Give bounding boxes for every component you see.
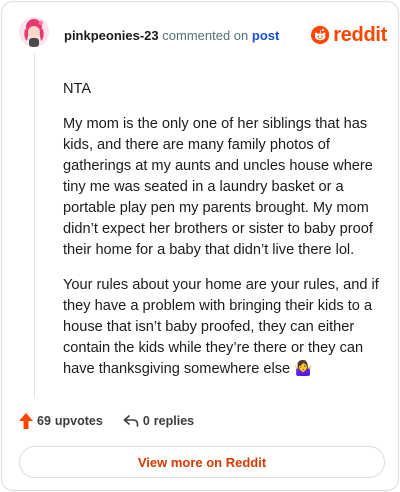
view-more-button[interactable]: View more on Reddit [19, 446, 385, 478]
thread-line [34, 54, 35, 398]
commented-on-text: commented on [162, 28, 249, 43]
reddit-logo[interactable]: reddit [311, 21, 387, 49]
upvote-button[interactable]: 69 upvotes [19, 413, 103, 429]
upvote-count: 69 [37, 414, 51, 428]
reddit-snoo-icon [311, 25, 330, 45]
comment-paragraph: NTA [63, 81, 92, 97]
comment-card: pinkpeonies-23 commented on post reddit … [1, 1, 399, 491]
brand-wordmark: reddit [333, 23, 387, 46]
reply-arrow-icon [123, 415, 139, 427]
comment-header: pinkpeonies-23 commented on post [64, 28, 279, 44]
reply-count: 0 [142, 414, 150, 428]
avatar[interactable] [19, 17, 49, 47]
comment-paragraph: Your rules about your home are your rule… [63, 277, 379, 377]
upvote-label: upvotes [54, 414, 103, 428]
replies-button[interactable]: 0 replies [123, 414, 194, 428]
username[interactable]: pinkpeonies-23 [64, 28, 159, 43]
upvote-arrow-icon [19, 413, 33, 429]
reply-label: replies [153, 414, 195, 428]
comment-body: NTA My mom is the only one of her siblin… [63, 79, 383, 394]
comment-actions: 69 upvotes 0 replies [19, 412, 194, 430]
post-link[interactable]: post [252, 28, 279, 43]
comment-paragraph: My mom is the only one of her siblings t… [63, 116, 373, 258]
